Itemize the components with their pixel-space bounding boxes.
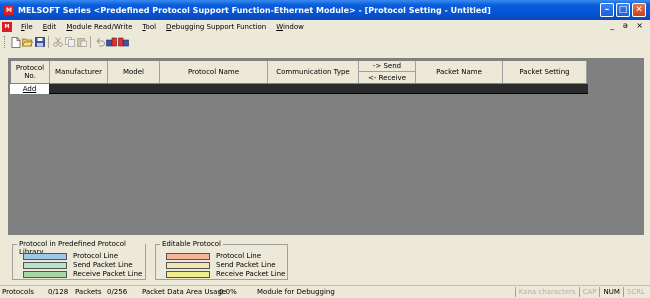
status-usage-label: Packet Data Area Usage bbox=[142, 288, 227, 296]
legend-row: Receive Packet Line bbox=[23, 270, 142, 278]
legend-label: Protocol Line bbox=[216, 252, 262, 260]
menu-debugging-support-function[interactable]: Debugging Support Function bbox=[161, 23, 271, 31]
status-indicators: Kana characters CAP NUM SCRL bbox=[514, 287, 648, 297]
mdi-window-controls[interactable]: _ ǝ × bbox=[610, 21, 646, 30]
window-controls: – □ ✕ bbox=[600, 3, 646, 17]
status-module: Module for Debugging bbox=[257, 288, 335, 296]
menu-bar: M File Edit Module Read/Write Tool Debug… bbox=[0, 20, 650, 34]
legend-area: Protocol in Predefined Protocol Library … bbox=[8, 235, 644, 283]
undo-icon[interactable] bbox=[94, 37, 105, 48]
save-icon[interactable] bbox=[34, 37, 45, 48]
status-scrl: SCRL bbox=[622, 287, 648, 297]
paste-icon[interactable] bbox=[76, 37, 87, 48]
receive-label: <- Receive bbox=[367, 73, 407, 82]
toolbar-separator bbox=[48, 36, 49, 48]
status-protocols-count: 0/128 bbox=[48, 288, 69, 296]
new-icon[interactable] bbox=[10, 36, 21, 48]
add-row: Add bbox=[10, 84, 588, 94]
column-protocol-name[interactable]: Protocol Name bbox=[160, 61, 268, 83]
column-manufacturer[interactable]: Manufacturer bbox=[50, 61, 108, 83]
receive-packet-line-swatch bbox=[166, 270, 210, 278]
read-icon[interactable] bbox=[118, 37, 129, 48]
menu-tool[interactable]: Tool bbox=[137, 23, 161, 31]
protocol-line-swatch bbox=[166, 252, 210, 260]
menu-file[interactable]: File bbox=[16, 23, 38, 31]
menu-window[interactable]: Window bbox=[271, 23, 309, 31]
column-model[interactable]: Model bbox=[108, 61, 160, 83]
protocol-line-swatch bbox=[23, 252, 67, 260]
legend-row: Protocol Line bbox=[166, 252, 261, 260]
status-cap: CAP bbox=[578, 287, 600, 297]
status-kana: Kana characters bbox=[514, 287, 579, 297]
toolbar bbox=[0, 34, 650, 50]
send-packet-line-swatch bbox=[166, 261, 210, 269]
minimize-button[interactable]: – bbox=[600, 3, 614, 17]
column-communication-type[interactable]: Communication Type bbox=[268, 61, 359, 83]
send-label: -> Send bbox=[359, 61, 415, 72]
status-packets-label: Packets bbox=[75, 288, 102, 296]
melsoft-app-icon[interactable]: M bbox=[4, 5, 14, 15]
column-packet-setting[interactable]: Packet Setting bbox=[503, 61, 587, 83]
toolbar-grip[interactable] bbox=[4, 36, 7, 48]
menu-edit[interactable]: Edit bbox=[38, 23, 62, 31]
editable-legend-title: Editable Protocol bbox=[160, 240, 223, 248]
legend-label: Send Packet Line bbox=[73, 261, 133, 269]
window-title: MELSOFT Series <Predefined Protocol Supp… bbox=[18, 5, 491, 15]
title-bar: M MELSOFT Series <Predefined Protocol Su… bbox=[0, 0, 650, 20]
receive-packet-line-swatch bbox=[23, 270, 67, 278]
library-legend-box: Protocol in Predefined Protocol Library … bbox=[12, 240, 146, 280]
add-button[interactable]: Add bbox=[10, 84, 49, 94]
legend-label: Receive Packet Line bbox=[73, 270, 143, 278]
open-icon[interactable] bbox=[22, 37, 33, 48]
grid-header: Protocol No. Manufacturer Model Protocol… bbox=[10, 60, 588, 84]
status-protocols-label: Protocols bbox=[2, 288, 34, 296]
close-button[interactable]: ✕ bbox=[632, 3, 646, 17]
menu-module-read-write[interactable]: Module Read/Write bbox=[61, 23, 137, 31]
document-icon[interactable]: M bbox=[2, 22, 12, 32]
legend-label: Send Packet Line bbox=[216, 261, 276, 269]
column-packet-name[interactable]: Packet Name bbox=[416, 61, 503, 83]
column-protocol-no[interactable]: Protocol No. bbox=[11, 61, 50, 83]
column-send-receive[interactable]: -> Send <- Receive bbox=[359, 61, 416, 83]
editable-legend-box: Editable Protocol Protocol Line Send Pac… bbox=[155, 240, 288, 280]
cut-icon[interactable] bbox=[52, 37, 63, 48]
toolbar-separator bbox=[90, 36, 91, 48]
legend-row: Send Packet Line bbox=[23, 261, 133, 269]
protocol-setting-grid-area[interactable]: Protocol No. Manufacturer Model Protocol… bbox=[8, 58, 644, 235]
status-usage-value: 0.0% bbox=[219, 288, 237, 296]
status-packets-count: 0/256 bbox=[107, 288, 128, 296]
copy-icon[interactable] bbox=[64, 37, 75, 48]
write-icon[interactable] bbox=[106, 37, 117, 48]
legend-row: Receive Packet Line bbox=[166, 270, 285, 278]
status-num: NUM bbox=[599, 287, 622, 297]
maximize-button[interactable]: □ bbox=[616, 3, 630, 17]
status-bar: Protocols 0/128 Packets 0/256 Packet Dat… bbox=[0, 285, 650, 298]
send-packet-line-swatch bbox=[23, 261, 67, 269]
legend-row: Send Packet Line bbox=[166, 261, 276, 269]
legend-label: Receive Packet Line bbox=[216, 270, 286, 278]
legend-row: Protocol Line bbox=[23, 252, 118, 260]
legend-label: Protocol Line bbox=[73, 252, 119, 260]
